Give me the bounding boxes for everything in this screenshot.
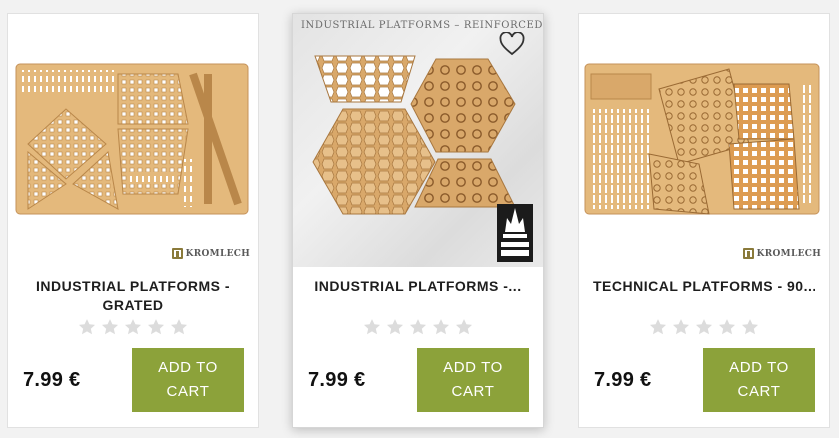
star-icon [101, 319, 119, 335]
add-to-cart-button[interactable]: ADD TO CART [417, 348, 529, 412]
product-card[interactable]: INDUSTRIAL PLATFORMS – REINFORCED INDUST… [292, 13, 544, 428]
product-card[interactable]: KROMLECH TECHNICAL PLATFORMS - 90... 7.9… [578, 13, 830, 428]
product-image[interactable]: INDUSTRIAL PLATFORMS – REINFORCED [293, 14, 543, 267]
star-icon [124, 319, 142, 335]
brand-logo: KROMLECH [742, 248, 821, 259]
star-icon [672, 319, 690, 335]
add-to-cart-button[interactable]: ADD TO CART [132, 348, 244, 412]
image-caption: INDUSTRIAL PLATFORMS – REINFORCED [301, 20, 543, 31]
star-icon [695, 319, 713, 335]
rating-stars [8, 318, 258, 336]
brand-name: KROMLECH [756, 248, 821, 259]
brand-logo: KROMLECH [171, 248, 250, 259]
star-icon [649, 319, 667, 335]
rating-stars [579, 318, 829, 336]
product-title[interactable]: TECHNICAL PLATFORMS - 90... [593, 277, 815, 296]
rating-stars [293, 318, 543, 336]
product-price: 7.99 € [594, 369, 652, 391]
kromlech-logo-icon [171, 248, 183, 259]
brand-name: KROMLECH [185, 248, 250, 259]
star-icon [741, 319, 759, 335]
star-icon [432, 319, 450, 335]
star-icon [386, 319, 404, 335]
kromlech-logo-icon [742, 248, 754, 259]
product-title[interactable]: INDUSTRIAL PLATFORMS - GRATED [22, 277, 244, 315]
star-icon [718, 319, 736, 335]
product-title[interactable]: INDUSTRIAL PLATFORMS -... [307, 277, 529, 296]
heart-icon[interactable] [499, 32, 525, 56]
product-card[interactable]: KROMLECH INDUSTRIAL PLATFORMS - GRATED 7… [7, 13, 259, 428]
star-icon [147, 319, 165, 335]
star-icon [409, 319, 427, 335]
product-photo [584, 63, 820, 215]
product-image[interactable]: KROMLECH [8, 14, 258, 267]
star-icon [78, 319, 96, 335]
product-price: 7.99 € [308, 369, 366, 391]
product-price: 7.99 € [23, 369, 81, 391]
product-photo [15, 63, 249, 215]
add-to-cart-button[interactable]: ADD TO CART [703, 348, 815, 412]
star-icon [455, 319, 473, 335]
tabletop-scenics-logo-icon [497, 204, 533, 262]
star-icon [363, 319, 381, 335]
star-icon [170, 319, 188, 335]
product-image[interactable]: KROMLECH [579, 14, 829, 267]
